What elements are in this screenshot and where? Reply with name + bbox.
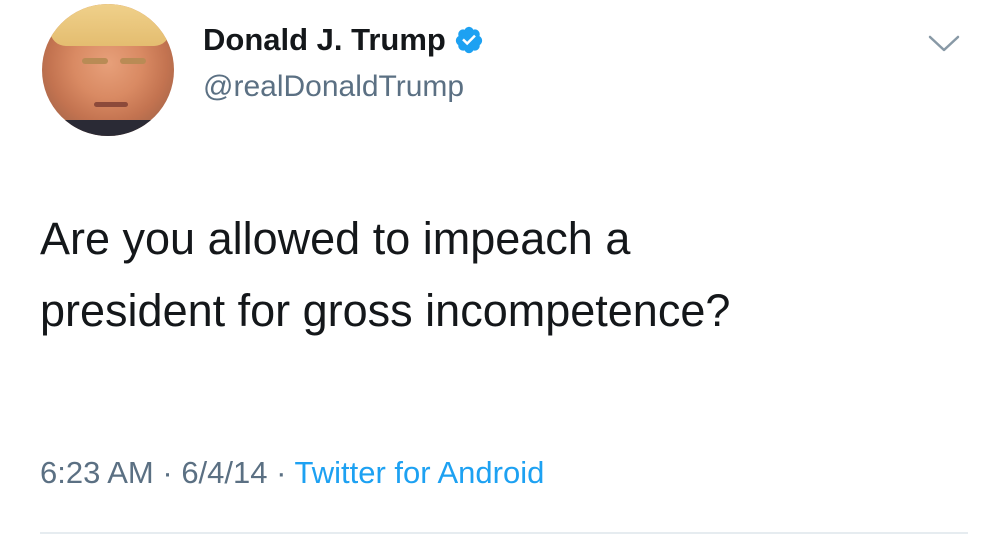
- avatar[interactable]: [42, 4, 174, 136]
- avatar-mouth: [94, 102, 128, 107]
- avatar-brow-right: [120, 58, 146, 64]
- tweet-source-link[interactable]: Twitter for Android: [295, 455, 545, 490]
- tweet-text-line: Are you allowed to impeach a: [40, 213, 631, 264]
- avatar-brow-left: [82, 58, 108, 64]
- tweet-text: Are you allowed to impeach a president f…: [40, 203, 960, 347]
- tweet-card: Donald J. Trump @realDonaldTrump Are you…: [0, 0, 1000, 543]
- avatar-hair: [50, 4, 170, 46]
- meta-separator: ·: [153, 455, 182, 490]
- tweet-meta: 6:23 AM · 6/4/14 · Twitter for Android: [40, 455, 544, 491]
- author-handle[interactable]: @realDonaldTrump: [203, 70, 464, 104]
- verified-badge-icon: [455, 26, 482, 54]
- tweet-date[interactable]: 6/4/14: [181, 455, 267, 490]
- author-name-row[interactable]: Donald J. Trump: [203, 20, 484, 60]
- divider: [40, 532, 968, 534]
- chevron-down-icon[interactable]: [927, 34, 961, 54]
- tweet-text-line: president for gross incompetence?: [40, 285, 731, 336]
- author-name[interactable]: Donald J. Trump: [203, 22, 446, 58]
- tweet-time[interactable]: 6:23 AM: [40, 455, 154, 490]
- meta-separator: ·: [267, 455, 295, 490]
- avatar-suit: [42, 120, 174, 136]
